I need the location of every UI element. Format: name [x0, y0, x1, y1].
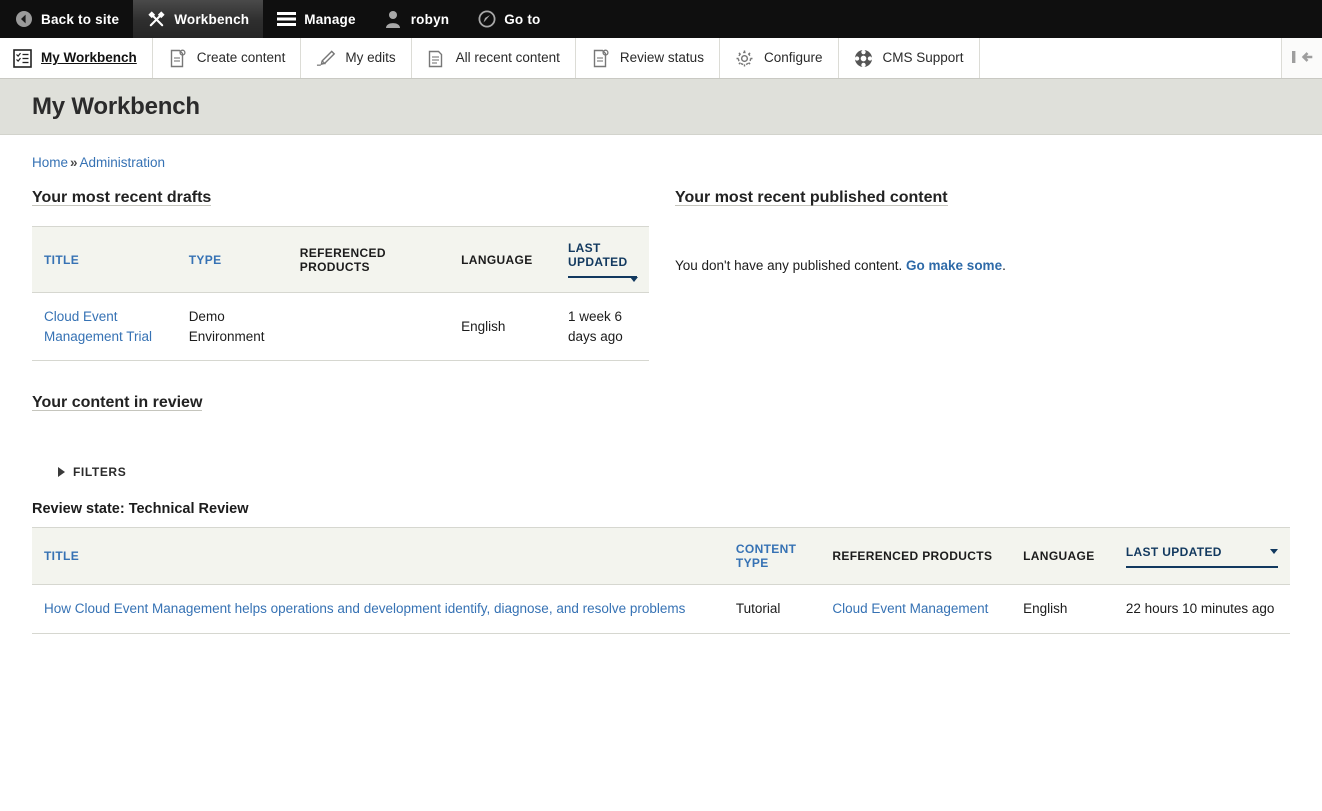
cell-last-updated: 22 hours 10 minutes ago [1113, 584, 1290, 634]
admin-item-label: robyn [410, 11, 450, 27]
recent-drafts-table: TITLE TYPE REFERENCED PRODUCTS LANGUAGE … [32, 226, 649, 362]
document-plus-icon [168, 48, 188, 68]
page-header-band: My Workbench [0, 79, 1322, 135]
admin-toolbar: Back to site Workbench Manage robyn Go t… [0, 0, 1322, 38]
filters-toggle[interactable]: FILTERS [58, 465, 126, 479]
lifering-icon [854, 48, 874, 68]
col-header-last-updated-label: LAST UPDATED [1125, 544, 1222, 559]
chevron-right-icon [58, 467, 65, 478]
hamburger-icon [277, 10, 297, 29]
admin-item-manage[interactable]: Manage [263, 0, 369, 38]
published-content-section: Your most recent published content You d… [649, 189, 1290, 361]
go-make-some-link[interactable]: Go make some [906, 258, 1002, 273]
user-icon [384, 10, 403, 29]
draft-title-link[interactable]: Cloud Event Management Trial [44, 309, 152, 344]
sort-descending-icon [1270, 548, 1278, 554]
col-header-referenced-products: REFERENCED PRODUCTS [820, 527, 1012, 586]
table-row: How Cloud Event Management helps operati… [32, 584, 1290, 634]
pencil-icon [316, 48, 336, 68]
cell-title: Cloud Event Management Trial [32, 292, 177, 362]
tab-review-status[interactable]: Review status [576, 38, 720, 78]
col-header-type[interactable]: TYPE [176, 226, 288, 293]
admin-item-label: Back to site [41, 11, 120, 27]
cell-language: English [1011, 584, 1114, 634]
tab-label: My Workbench [41, 50, 137, 66]
content-in-review-heading: Your content in review [32, 394, 203, 412]
tab-label: CMS Support [882, 50, 964, 66]
sort-underline [1125, 565, 1278, 568]
referenced-product-link[interactable]: Cloud Event Management [832, 601, 988, 616]
admin-item-go-to[interactable]: Go to [463, 0, 554, 38]
compass-icon [477, 10, 496, 29]
admin-item-workbench[interactable]: Workbench [133, 0, 264, 38]
recent-drafts-section: Your most recent drafts TITLE TYPE REFER… [32, 189, 649, 362]
col-header-content-type[interactable]: CONTENT TYPE [723, 527, 821, 586]
col-header-title[interactable]: TITLE [32, 226, 177, 293]
tab-label: Configure [763, 50, 823, 66]
table-header-row: TITLE TYPE REFERENCED PRODUCTS LANGUAGE … [32, 226, 649, 293]
cell-referenced-products: Cloud Event Management [820, 584, 1012, 634]
recent-drafts-heading: Your most recent drafts [32, 189, 212, 206]
published-empty-text: You don't have any published content. [675, 258, 903, 273]
tab-bar-spacer [980, 38, 1282, 78]
admin-item-back-to-site[interactable]: Back to site [0, 0, 133, 38]
gear-icon [735, 48, 755, 68]
cell-title: How Cloud Event Management helps operati… [32, 584, 724, 634]
published-empty-message: You don't have any published content. Go… [675, 258, 1290, 273]
tab-label: All recent content [455, 50, 560, 66]
admin-item-label: Manage [304, 11, 356, 27]
tab-my-edits[interactable]: My edits [301, 38, 412, 78]
review-state-label: Review state: Technical Review [32, 501, 249, 518]
crossed-tools-icon [147, 10, 166, 29]
tab-configure[interactable]: Configure [720, 38, 839, 78]
cell-referenced-products [287, 292, 450, 362]
document-stack-icon [427, 48, 447, 68]
published-empty-suffix: . [1002, 258, 1006, 273]
cell-last-updated: 1 week 6 days ago [555, 292, 649, 362]
col-header-last-updated[interactable]: LAST UPDATED [555, 226, 649, 293]
sort-underline [567, 276, 638, 282]
tab-my-workbench[interactable]: My Workbench [0, 38, 153, 78]
back-circle-icon [14, 10, 33, 29]
main-content: Your most recent drafts TITLE TYPE REFER… [0, 189, 1322, 634]
col-header-language: LANGUAGE [449, 226, 556, 293]
published-content-heading: Your most recent published content [675, 189, 948, 206]
col-header-referenced-products: REFERENCED PRODUCTS [287, 226, 450, 293]
tab-all-recent-content[interactable]: All recent content [412, 38, 576, 78]
table-header-row: TITLE CONTENT TYPE REFERENCED PRODUCTS L… [32, 527, 1290, 586]
content-in-review-table: TITLE CONTENT TYPE REFERENCED PRODUCTS L… [32, 527, 1290, 634]
tab-label: My edits [345, 50, 396, 66]
tab-label: Create content [196, 50, 286, 66]
table-row: Cloud Event Management Trial Demo Enviro… [32, 292, 649, 362]
col-header-last-updated[interactable]: LAST UPDATED [1113, 527, 1290, 586]
tab-cms-support[interactable]: CMS Support [839, 38, 980, 78]
admin-item-user[interactable]: robyn [370, 0, 464, 38]
sort-descending-icon [630, 277, 638, 282]
top-columns: Your most recent drafts TITLE TYPE REFER… [32, 189, 1290, 362]
tab-create-content[interactable]: Create content [153, 38, 302, 78]
review-title-link[interactable]: How Cloud Event Management helps operati… [44, 601, 685, 616]
breadcrumb-item-administration[interactable]: Administration [80, 155, 166, 170]
workbench-tab-bar: My Workbench Create content My edits All… [0, 38, 1322, 79]
col-header-last-updated-label: LAST UPDATED [567, 241, 628, 269]
cell-content-type: Tutorial [723, 584, 821, 634]
collapse-toolbar-button[interactable] [1282, 38, 1322, 78]
content-in-review-section: Your content in review FILTERS Review st… [32, 394, 1290, 634]
cell-language: English [449, 292, 556, 362]
breadcrumb-separator: » [70, 155, 78, 170]
col-header-title[interactable]: TITLE [32, 527, 724, 586]
admin-item-label: Go to [504, 11, 541, 27]
admin-item-label: Workbench [174, 11, 250, 27]
collapse-toolbar-icon [1291, 50, 1313, 67]
filters-label: FILTERS [73, 465, 127, 480]
cell-type: Demo Environment [176, 292, 288, 362]
col-header-language: LANGUAGE [1011, 527, 1114, 586]
document-check-icon [591, 48, 611, 68]
breadcrumb-item-home[interactable]: Home [32, 155, 68, 170]
checklist-icon [12, 48, 32, 68]
tab-label: Review status [619, 50, 704, 66]
breadcrumb: Home» Administration [0, 135, 1322, 170]
page-title: My Workbench [32, 92, 200, 120]
